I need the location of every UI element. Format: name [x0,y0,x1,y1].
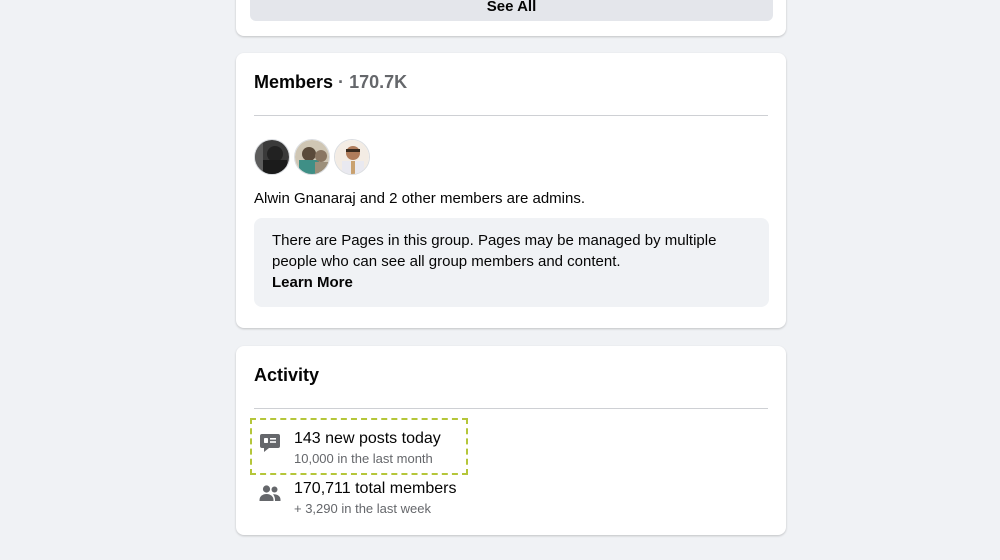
members-card: Members · 170.7K Alwin Gnanaraj and 2 ot… [236,53,786,328]
posts-last-month: 10,000 in the last month [294,451,433,466]
title-separator: · [338,72,345,92]
people-icon [258,481,282,505]
divider [254,408,768,409]
total-members-count: 170,711 total members [294,480,457,497]
avatar[interactable] [294,139,330,175]
new-posts-stat[interactable]: 143 new posts today 10,000 in the last m… [250,418,468,475]
new-posts-count: 143 new posts today [294,430,441,447]
avatar[interactable] [254,139,290,175]
total-members-stat: 170,711 total members + 3,290 in the las… [250,476,456,518]
chat-bubble-icon [258,431,282,455]
members-last-week: + 3,290 in the last week [294,501,431,516]
members-count: 170.7K [349,72,408,92]
members-title[interactable]: Members [254,72,333,92]
divider [254,115,768,116]
members-heading[interactable]: Members · 170.7K [254,72,407,93]
admin-avatars [254,139,370,175]
pages-notice-text: There are Pages in this group. Pages may… [272,232,717,270]
admins-text: Alwin Gnanaraj and 2 other members are a… [254,190,585,207]
pages-notice: There are Pages in this group. Pages may… [254,218,769,307]
activity-card: Activity 143 new posts today 10,000 in t… [236,346,786,535]
stat-text: 143 new posts today 10,000 in the last m… [294,429,441,468]
top-card: See All [236,0,786,36]
learn-more-link[interactable]: Learn More [272,272,751,293]
avatar[interactable] [334,139,370,175]
stat-text: 170,711 total members + 3,290 in the las… [294,479,456,518]
see-all-button[interactable]: See All [250,0,773,21]
activity-title: Activity [254,365,320,385]
